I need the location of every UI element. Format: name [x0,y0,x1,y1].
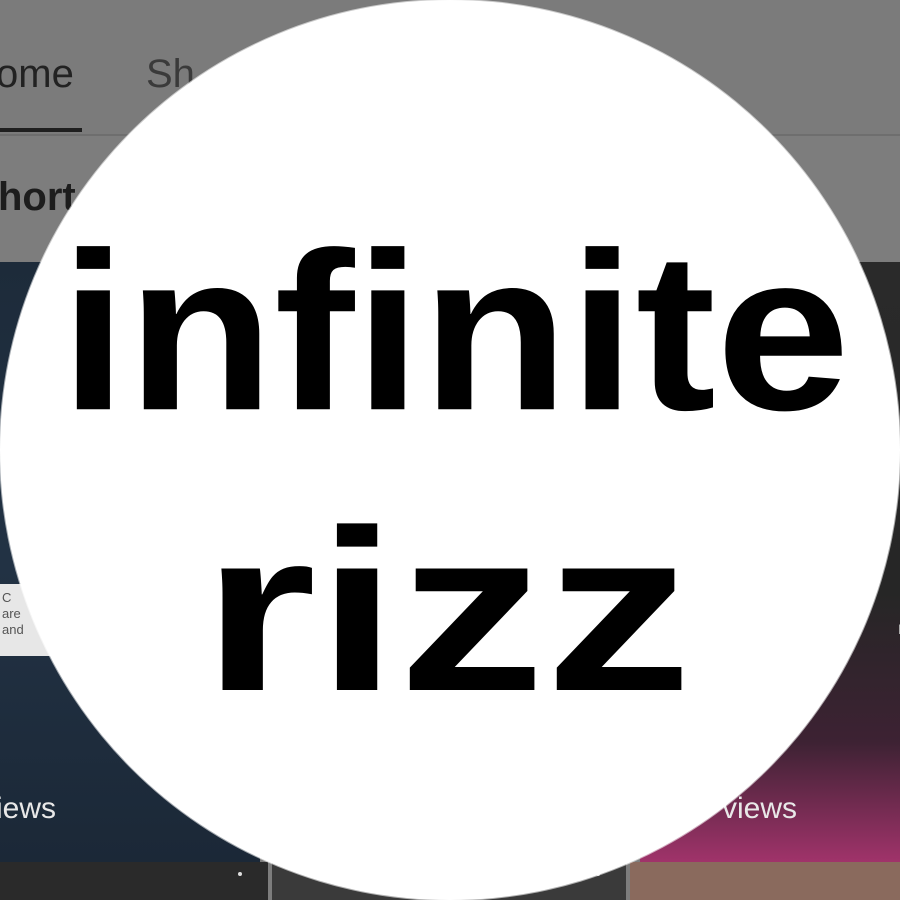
avatar-line1: infinite [60,207,850,458]
avatar-logo: infinite rizz [60,207,850,739]
channel-avatar: infinite rizz [0,0,900,900]
avatar-line2: rizz [202,482,692,739]
